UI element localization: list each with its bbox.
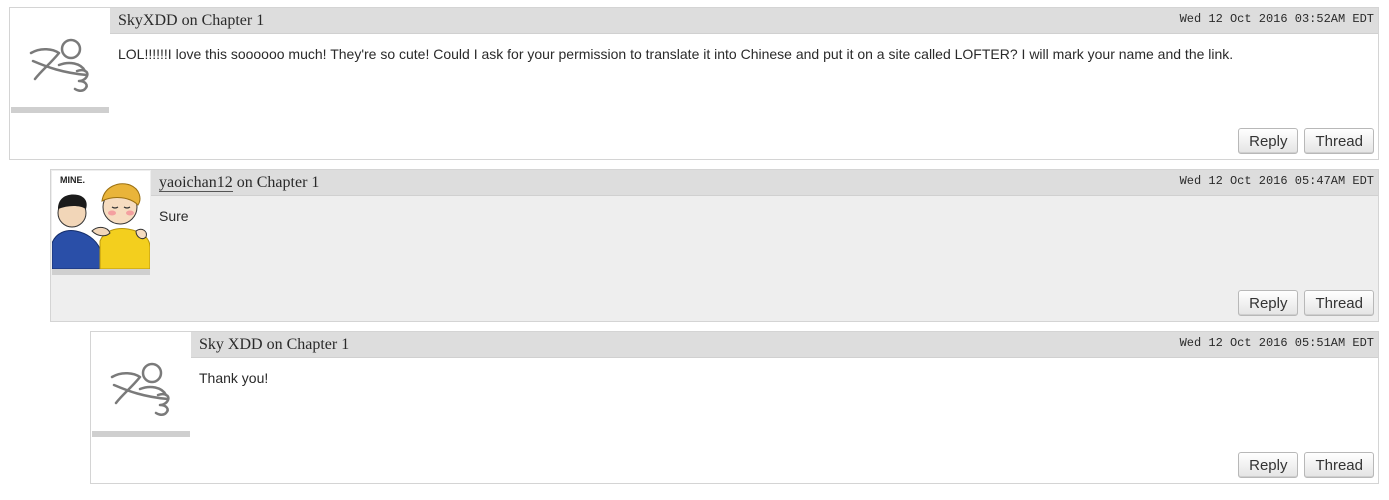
username-link[interactable]: yaoichan12 — [159, 174, 233, 192]
avatar[interactable] — [11, 9, 109, 113]
comment-text: LOL!!!!!!I love this soooooo much! They'… — [118, 46, 1234, 62]
avatar-caption: MINE. — [60, 175, 85, 185]
comment-actions: Reply Thread — [1238, 452, 1374, 478]
chapter-link[interactable]: on Chapter 1 — [237, 174, 320, 191]
chapter-link[interactable]: on Chapter 1 — [267, 336, 350, 353]
comment-text: Thank you! — [199, 370, 269, 386]
thread-button[interactable]: Thread — [1304, 452, 1374, 478]
comment-header: yaoichan12 on Chapter 1 Wed 12 Oct 2016 … — [151, 170, 1378, 196]
comment-datetime: Wed 12 Oct 2016 05:47AM EDT — [1179, 174, 1374, 188]
comment-heading: SkyXDD on Chapter 1 — [118, 12, 264, 30]
default-user-icon — [110, 362, 170, 417]
user-avatar-image: MINE. — [52, 171, 150, 269]
reply-button[interactable]: Reply — [1238, 128, 1299, 154]
comment-datetime: Wed 12 Oct 2016 05:51AM EDT — [1179, 336, 1374, 350]
comment: MINE. yaoichan12 on Chapter 1 Wed 12 Oct… — [50, 169, 1379, 322]
comment-header: Sky XDD on Chapter 1 Wed 12 Oct 2016 05:… — [191, 332, 1378, 358]
reply-button[interactable]: Reply — [1238, 452, 1299, 478]
comment-datetime: Wed 12 Oct 2016 03:52AM EDT — [1179, 12, 1374, 26]
comment: Sky XDD on Chapter 1 Wed 12 Oct 2016 05:… — [90, 331, 1379, 484]
username[interactable]: SkyXDD — [118, 12, 178, 29]
comment-text: Sure — [159, 208, 189, 224]
comment-heading: Sky XDD on Chapter 1 — [199, 336, 349, 354]
comment-actions: Reply Thread — [1238, 128, 1374, 154]
thread-button[interactable]: Thread — [1304, 128, 1374, 154]
comment: SkyXDD on Chapter 1 Wed 12 Oct 2016 03:5… — [9, 7, 1379, 160]
comment-header: SkyXDD on Chapter 1 Wed 12 Oct 2016 03:5… — [110, 8, 1378, 34]
reply-button[interactable]: Reply — [1238, 290, 1299, 316]
comment-heading: yaoichan12 on Chapter 1 — [159, 174, 319, 192]
avatar[interactable]: MINE. — [52, 171, 150, 275]
default-user-icon — [29, 38, 89, 93]
username[interactable]: Sky XDD — [199, 336, 263, 353]
thread-button[interactable]: Thread — [1304, 290, 1374, 316]
chapter-link[interactable]: on Chapter 1 — [182, 12, 265, 29]
avatar[interactable] — [92, 333, 190, 437]
comment-actions: Reply Thread — [1238, 290, 1374, 316]
